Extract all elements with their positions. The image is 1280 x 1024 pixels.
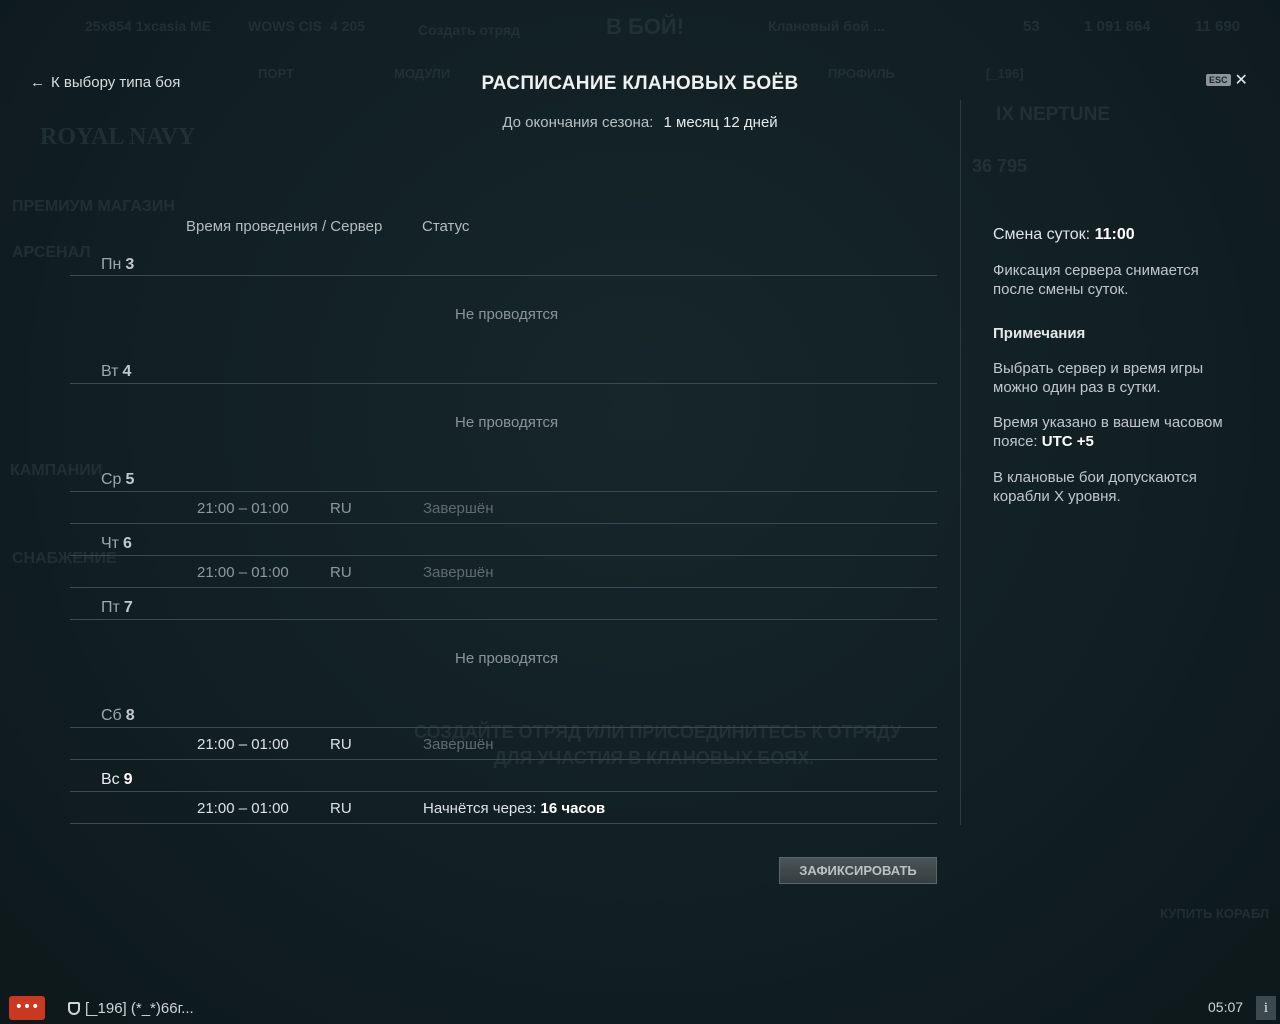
- day-label-sat: Сб 8: [101, 707, 135, 725]
- season-label: До окончания сезона:: [502, 114, 654, 131]
- status-not-held: Не проводятся: [455, 306, 559, 323]
- day-number: 8: [125, 707, 135, 724]
- clan-shield-icon: [68, 1002, 80, 1015]
- season-value: 1 месяц 12 дней: [663, 114, 778, 131]
- chat-preview[interactable]: [_196] (*_*)66г...: [68, 1000, 194, 1017]
- chat-icon: •••: [14, 999, 40, 1015]
- chat-preview-text: [_196] (*_*)66г...: [85, 1000, 194, 1017]
- day-reset-label: Смена суток:: [993, 226, 1091, 243]
- day-reset-value: 11:00: [1094, 226, 1135, 243]
- slot-time: 21:00 – 01:00: [197, 500, 289, 517]
- note-ship-tier: В клановые бои допускаются корабли X уро…: [993, 469, 1197, 505]
- note-timezone: Время указано в вашем часовом поясе: UTC…: [993, 413, 1243, 451]
- slot-server: RU: [330, 500, 352, 517]
- clock: 05:07: [1208, 999, 1244, 1015]
- divider: [70, 587, 937, 588]
- day-label-thu: Чт 6: [101, 535, 132, 553]
- day-number: 5: [125, 471, 135, 488]
- day-name: Пт: [101, 599, 120, 616]
- day-name: Чт: [101, 535, 119, 552]
- timezone-value: UTC +5: [1041, 433, 1094, 450]
- day-label-fri: Пт 7: [101, 599, 133, 617]
- day-number: 6: [123, 535, 132, 552]
- day-number: 9: [123, 771, 133, 788]
- divider: [70, 823, 937, 824]
- divider: [70, 275, 937, 276]
- day-name: Сб: [101, 707, 122, 724]
- day-reset-time: Смена суток: 11:00: [993, 226, 1243, 244]
- season-remaining: До окончания сезона: 1 месяц 12 дней: [0, 114, 1280, 131]
- slot-time: 21:00 – 01:00: [197, 736, 289, 753]
- divider: [70, 727, 937, 728]
- note-once-per-day: Выбрать сервер и время игры можно один р…: [993, 360, 1204, 396]
- column-header-status: Статус: [422, 218, 470, 235]
- column-header-time-server: Время проведения / Сервер: [186, 218, 383, 235]
- slot-server: RU: [330, 736, 352, 753]
- day-label-wed: Ср 5: [101, 471, 134, 489]
- day-name: Ср: [101, 471, 122, 488]
- divider: [70, 491, 937, 492]
- slot-status: Завершён: [423, 500, 494, 517]
- panel-divider: [960, 100, 961, 825]
- status-prefix: Начнётся через:: [423, 800, 537, 817]
- slot-time: 21:00 – 01:00: [197, 564, 289, 581]
- slot-status-upcoming: Начнётся через: 16 часов: [423, 800, 605, 817]
- timezone-prefix: Время указано в вашем часовом поясе:: [993, 414, 1223, 450]
- esc-key-icon: ESC: [1206, 74, 1231, 86]
- day-name: Пн: [101, 256, 122, 273]
- slot-status: Завершён: [423, 736, 494, 753]
- divider: [70, 383, 937, 384]
- chat-button[interactable]: •••: [9, 996, 45, 1020]
- divider: [70, 555, 937, 556]
- slot-server: RU: [330, 564, 352, 581]
- close-icon: ✕: [1234, 70, 1248, 89]
- day-name: Вт: [101, 363, 119, 380]
- divider: [70, 791, 937, 792]
- server-fix-note: Фиксация сервера снимается после смены с…: [993, 262, 1199, 298]
- slot-status: Завершён: [423, 564, 494, 581]
- day-label-mon: Пн 3: [101, 256, 134, 274]
- day-number: 3: [125, 256, 135, 273]
- info-icon[interactable]: i: [1256, 996, 1276, 1020]
- status-countdown: 16 часов: [540, 800, 606, 817]
- slot-server: RU: [330, 800, 352, 817]
- day-label-tue: Вт 4: [101, 363, 131, 381]
- slot-time: 21:00 – 01:00: [197, 800, 289, 817]
- notes-heading: Примечания: [993, 325, 1086, 342]
- day-label-sun: Вс 9: [101, 771, 133, 789]
- day-number: 7: [123, 599, 133, 616]
- divider: [70, 619, 937, 620]
- divider: [70, 759, 937, 760]
- page-title: РАСПИСАНИЕ КЛАНОВЫХ БОЁВ: [481, 73, 799, 94]
- modal-overlay: [0, 0, 1280, 1024]
- fix-server-button[interactable]: ЗАФИКСИРОВАТЬ: [779, 857, 937, 884]
- divider: [70, 523, 937, 524]
- close-button[interactable]: ESC ✕: [1206, 70, 1248, 89]
- day-number: 4: [122, 363, 132, 380]
- status-not-held: Не проводятся: [455, 414, 559, 431]
- info-panel: Смена суток: 11:00 Фиксация сервера сним…: [993, 226, 1243, 506]
- day-name: Вс: [101, 771, 120, 788]
- status-not-held: Не проводятся: [455, 650, 559, 667]
